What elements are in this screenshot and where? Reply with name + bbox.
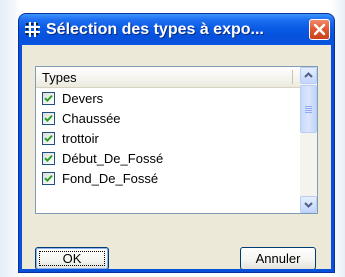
item-label: Chaussée [62, 111, 121, 126]
close-icon [313, 23, 326, 36]
focus-rectangle [39, 251, 105, 266]
list-item[interactable]: Chaussée [40, 109, 298, 129]
item-checkbox[interactable] [42, 92, 55, 105]
column-header-types: Types [42, 70, 77, 85]
column-header[interactable]: Types [36, 67, 300, 88]
dialog-window: Sélection des types à expo... Types Deve… [19, 14, 334, 272]
vertical-scrollbar[interactable] [300, 67, 317, 213]
cancel-button[interactable]: Annuler [240, 247, 316, 270]
scroll-thumb[interactable] [300, 85, 317, 133]
dialog-title: Sélection des types à expo... [46, 21, 264, 38]
background-left [0, 0, 20, 277]
chevron-up-icon [304, 72, 313, 78]
item-checkbox[interactable] [42, 172, 55, 185]
item-label: Début_De_Fossé [62, 151, 164, 166]
types-listview[interactable]: Types Devers Chaussée trottoir Début_De_… [35, 66, 318, 214]
title-bar[interactable]: Sélection des types à expo... [19, 14, 334, 45]
list-item[interactable]: Devers [40, 89, 298, 109]
window-frame-bottom [19, 269, 334, 272]
scroll-up-button[interactable] [300, 67, 317, 84]
list-item[interactable]: trottoir [40, 129, 298, 149]
item-checkbox[interactable] [42, 132, 55, 145]
item-label: trottoir [62, 131, 99, 146]
list-item[interactable]: Début_De_Fossé [40, 149, 298, 169]
list-item[interactable]: Fond_De_Fossé [40, 169, 298, 189]
close-button[interactable] [309, 19, 330, 40]
item-checkbox[interactable] [42, 112, 55, 125]
scroll-down-button[interactable] [300, 196, 317, 213]
item-label: Fond_De_Fossé [62, 171, 159, 186]
dialog-body: Types Devers Chaussée trottoir Début_De_… [22, 45, 331, 270]
item-label: Devers [62, 91, 104, 106]
column-separator[interactable] [292, 70, 293, 84]
cancel-label: Annuler [255, 251, 301, 266]
grid-icon [24, 21, 41, 38]
chevron-down-icon [304, 202, 313, 208]
item-checkbox[interactable] [42, 152, 55, 165]
ok-button[interactable]: OK [35, 247, 109, 270]
